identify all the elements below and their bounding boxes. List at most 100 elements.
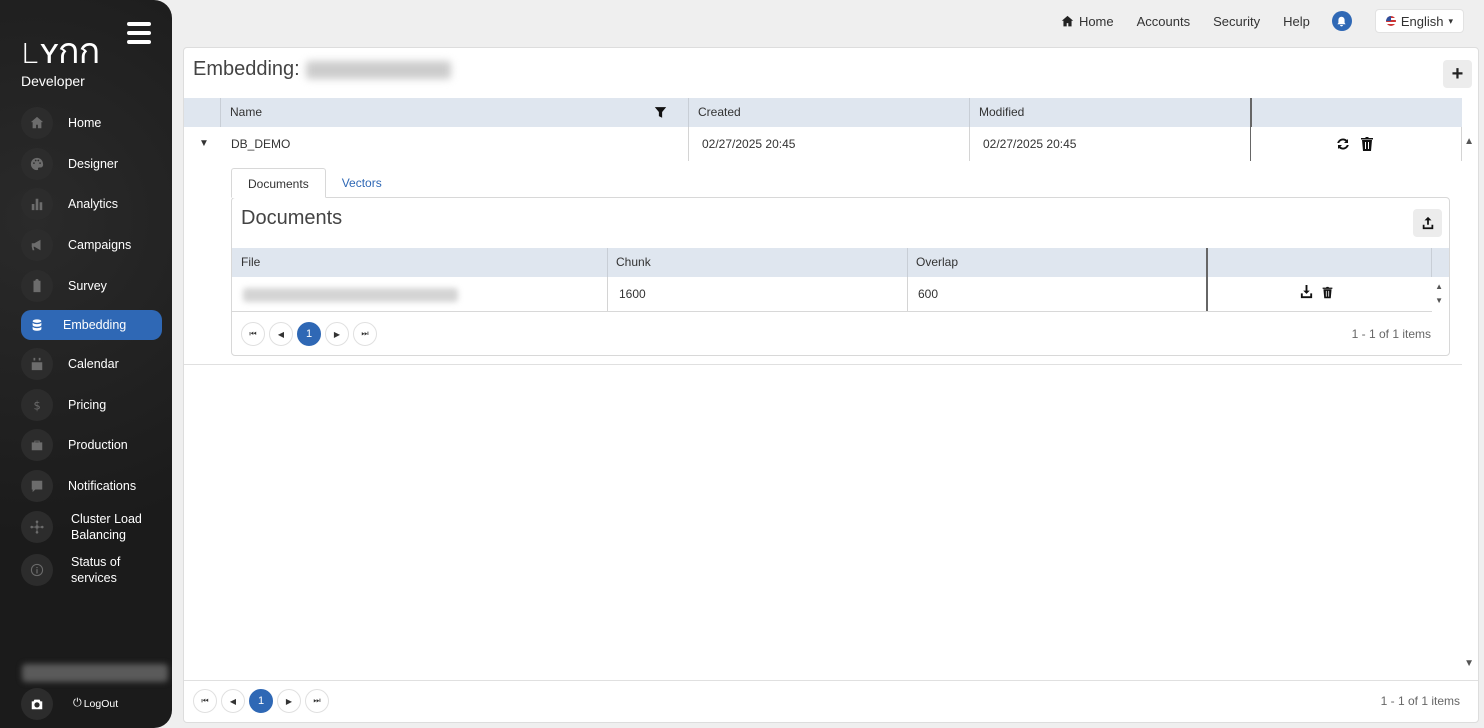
cell-name: DB_DEMO (231, 137, 291, 151)
expand-caret-icon[interactable]: ▼ (199, 127, 209, 161)
briefcase-icon (21, 429, 53, 461)
info-icon (21, 554, 53, 586)
top-navigation: Home Accounts Security Help English ▾ (1061, 9, 1464, 33)
download-icon[interactable] (1299, 284, 1314, 299)
user-name-blurred (22, 664, 168, 682)
last-page-icon[interactable]: ⏭ (353, 322, 377, 346)
sidebar-item-analytics[interactable]: Analytics (21, 188, 162, 220)
detail-tabs: Documents Vectors (231, 168, 398, 198)
grid-pager-info: 1 - 1 of 1 items (1380, 694, 1460, 708)
sidebar-item-status-of-services[interactable]: Status of services (21, 554, 162, 586)
message-icon (21, 470, 53, 502)
sidebar-item-embedding[interactable]: Embedding (21, 310, 162, 340)
documents-scrollbar[interactable]: ▲ ▼ (1435, 280, 1443, 308)
column-header-file[interactable]: File (232, 248, 260, 277)
column-header-label: Name (230, 105, 263, 119)
column-header-modified[interactable]: Modified (970, 98, 1024, 127)
camera-icon[interactable] (21, 688, 53, 720)
logout-button[interactable]: ⏻ LogOut (73, 697, 118, 710)
documents-pager-info: 1 - 1 of 1 items (1351, 327, 1431, 341)
main-panel: Embedding: + Name Created Modified ▼ DB_… (183, 47, 1479, 723)
top-nav-home-label: Home (1078, 13, 1114, 29)
sidebar-item-label: Pricing (68, 398, 107, 412)
home-icon (21, 107, 53, 139)
megaphone-icon (21, 229, 53, 261)
sidebar-item-survey[interactable]: Survey (21, 270, 162, 302)
sidebar-item-label: Home (68, 116, 102, 130)
sidebar-item-pricing[interactable]: $ Pricing (21, 389, 162, 421)
language-label: English (1400, 13, 1444, 29)
cell-overlap: 600 (918, 287, 939, 301)
delete-trash-icon[interactable] (1359, 136, 1375, 152)
top-nav-accounts[interactable]: Accounts (1137, 14, 1190, 29)
refresh-icon[interactable] (1335, 136, 1351, 152)
calendar-icon (21, 348, 53, 380)
cell-modified: 02/27/2025 20:45 (983, 137, 1077, 151)
logout-label: LogOut (83, 697, 119, 710)
column-header-name[interactable]: Name (221, 98, 688, 127)
page-number-current[interactable]: 1 (297, 322, 321, 346)
documents-title: Documents (241, 207, 343, 229)
sidebar-item-campaigns[interactable]: Campaigns (21, 229, 162, 261)
prev-page-icon[interactable]: ◀ (269, 322, 293, 346)
next-page-icon[interactable]: ▶ (325, 322, 349, 346)
column-header-chunk[interactable]: Chunk (607, 248, 651, 277)
page-title: Embedding: (193, 58, 451, 81)
palette-icon (21, 148, 53, 180)
svg-text:$: $ (34, 398, 41, 412)
power-icon: ⏻ (73, 697, 82, 709)
sidebar-item-label: Survey (68, 279, 107, 293)
add-button[interactable]: + (1443, 60, 1472, 88)
hamburger-menu-icon[interactable] (127, 22, 151, 44)
network-icon (21, 511, 53, 543)
documents-grid-header: File Chunk Overlap (232, 248, 1449, 277)
cell-chunk: 1600 (619, 287, 646, 301)
us-flag-icon (1385, 16, 1396, 26)
clipboard-icon (21, 270, 53, 302)
sidebar-item-cluster-load-balancing[interactable]: Cluster Load Balancing (21, 511, 162, 543)
sidebar-item-label: Cluster Load Balancing (71, 512, 142, 542)
delete-trash-icon[interactable] (1321, 286, 1334, 299)
sidebar-item-label: Production (68, 438, 128, 452)
tab-documents[interactable]: Documents (231, 168, 326, 198)
page-title-label: Embedding: (193, 58, 300, 80)
first-page-icon[interactable]: ⏮ (241, 322, 265, 346)
top-nav-help[interactable]: Help (1283, 14, 1310, 29)
account-name-blurred (305, 60, 451, 79)
last-page-icon[interactable]: ⏭ (305, 689, 329, 713)
filter-icon[interactable] (654, 105, 667, 122)
sidebar-item-home[interactable]: Home (21, 107, 162, 139)
tab-vectors[interactable]: Vectors (326, 168, 398, 198)
prev-page-icon[interactable]: ◀ (221, 689, 245, 713)
plus-icon: + (1451, 62, 1464, 85)
sidebar-item-label: Embedding (63, 318, 127, 332)
next-page-icon[interactable]: ▶ (277, 689, 301, 713)
scroll-up-icon[interactable]: ▲ (1464, 136, 1474, 147)
sidebar-item-production[interactable]: Production (21, 429, 162, 461)
user-role: Developer (21, 73, 85, 89)
first-page-icon[interactable]: ⏮ (193, 689, 217, 713)
upload-button[interactable] (1413, 209, 1442, 237)
documents-panel: Documents File Chunk Overlap 1600 600 ▲ ▼… (231, 197, 1450, 356)
sidebar-item-label: Notifications (68, 479, 137, 493)
page-number-current[interactable]: 1 (249, 689, 273, 713)
sidebar-item-label: Calendar (68, 357, 119, 371)
documents-pager: ⏮ ◀ 1 ▶ ⏭ (241, 322, 381, 346)
sidebar-item-label: Status of services (71, 555, 121, 585)
table-row[interactable]: ▼ DB_DEMO 02/27/2025 20:45 02/27/2025 20… (184, 127, 1462, 161)
scroll-down-icon[interactable]: ▼ (1464, 658, 1474, 669)
top-nav-home[interactable]: Home (1061, 14, 1114, 29)
notification-bell-icon[interactable] (1331, 11, 1352, 31)
brand-logo: ʟʏกก (20, 31, 100, 72)
language-selector[interactable]: English ▾ (1374, 9, 1464, 33)
document-row[interactable]: 1600 600 (232, 277, 1432, 312)
sidebar-item-label: Analytics (68, 197, 119, 211)
sidebar: ʟʏกก Developer Home Designer Analytics C… (0, 0, 172, 728)
sidebar-item-calendar[interactable]: Calendar (21, 348, 162, 380)
top-nav-security[interactable]: Security (1213, 14, 1260, 29)
column-header-overlap[interactable]: Overlap (907, 248, 958, 277)
chevron-down-icon: ▾ (1448, 15, 1453, 26)
sidebar-item-designer[interactable]: Designer (21, 148, 162, 180)
sidebar-item-notifications[interactable]: Notifications (21, 470, 162, 502)
column-header-created[interactable]: Created (689, 98, 741, 127)
